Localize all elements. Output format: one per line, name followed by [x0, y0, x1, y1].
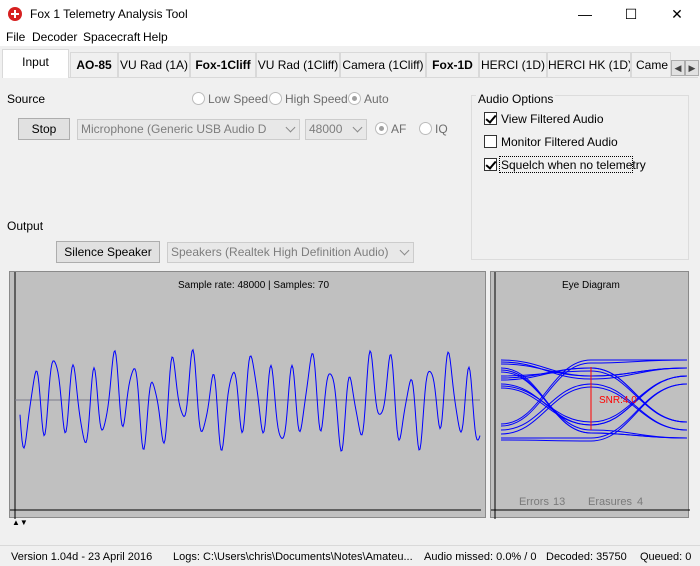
status-audio-missed: Audio missed: 0.0% / 0 [424, 551, 537, 563]
scope-plot [10, 272, 481, 519]
sample-rate-select[interactable]: 48000 [305, 119, 367, 140]
erasures-value: 4 [637, 496, 644, 508]
close-button[interactable]: ✕ [654, 0, 700, 28]
status-logs: Logs: C:\Users\chris\Documents\Notes\Ama… [173, 551, 413, 563]
menu-file[interactable]: File [6, 30, 25, 44]
title-bar: Fox 1 Telemetry Analysis Tool — ☐ ✕ [0, 0, 700, 28]
tab-camera-1d[interactable]: Came [631, 52, 671, 78]
radio-high-speed[interactable] [269, 92, 282, 105]
eye-traces [500, 359, 688, 442]
stop-button[interactable]: Stop [18, 118, 70, 140]
radio-low-speed-label: Low Speed [208, 92, 269, 106]
tab-strip: Input AO-85 VU Rad (1A) Fox-1Cliff VU Ra… [0, 49, 700, 78]
sample-rate-value: 48000 [309, 122, 343, 136]
tab-herci-hk-1d[interactable]: HERCI HK (1D) [547, 52, 631, 78]
fox-app-icon [8, 7, 22, 21]
view-filtered-audio-label: View Filtered Audio [501, 112, 604, 126]
menu-bar: File Decoder Spacecraft Help [0, 28, 700, 46]
monitor-filtered-audio-label: Monitor Filtered Audio [501, 135, 618, 149]
tab-scroll-left-icon[interactable]: ◀ [671, 60, 685, 76]
tab-camera-1cliff[interactable]: Camera (1Cliff) [340, 52, 426, 78]
erasures-label: Erasures [588, 496, 633, 508]
source-label: Source [7, 92, 46, 106]
eye-trace [500, 386, 688, 435]
chevron-down-icon [352, 122, 363, 133]
eye-trace [500, 383, 688, 431]
radio-auto-label: Auto [364, 92, 389, 106]
eye-diagram: Eye Diagram SNR:4.0 Errors 13 Erasures 4 [490, 271, 690, 519]
output-device-value: Speakers (Realtek High Definition Audio) [171, 245, 389, 259]
menu-spacecraft[interactable]: Spacecraft [83, 30, 140, 44]
audio-options-title: Audio Options [476, 92, 556, 106]
tab-scroll-right-icon[interactable]: ▶ [685, 60, 699, 76]
menu-help[interactable]: Help [143, 30, 168, 44]
radio-iq-label: IQ [435, 122, 448, 136]
silence-speaker-button[interactable]: Silence Speaker [56, 241, 160, 263]
radio-iq[interactable] [419, 122, 432, 135]
radio-low-speed[interactable] [192, 92, 205, 105]
tab-fox-1d[interactable]: Fox-1D [426, 52, 479, 78]
status-bar: Version 1.04d - 23 April 2016 Logs: C:\U… [0, 545, 700, 566]
chevron-down-icon [285, 122, 296, 133]
tab-vu-rad-1a[interactable]: VU Rad (1A) [118, 52, 190, 78]
radio-auto[interactable] [348, 92, 361, 105]
scope-scroll-marker-icon: ▲▼ [12, 518, 28, 527]
checkbox-monitor-filtered-audio[interactable] [484, 135, 497, 148]
radio-af[interactable] [375, 122, 388, 135]
minimize-button[interactable]: — [562, 0, 608, 28]
source-device-value: Microphone (Generic USB Audio D [81, 122, 267, 136]
output-label: Output [7, 219, 44, 233]
eye-plot: SNR:4.0 [491, 272, 690, 519]
status-queued: Queued: 0 [640, 551, 692, 563]
source-device-select[interactable]: Microphone (Generic USB Audio D [77, 119, 300, 140]
squelch-label: Squelch when no telemetry [501, 158, 646, 172]
tab-input[interactable]: Input [2, 49, 69, 78]
window-title: Fox 1 Telemetry Analysis Tool [30, 7, 188, 21]
status-version: Version 1.04d - 23 April 2016 [11, 551, 153, 563]
tab-herci-1d[interactable]: HERCI (1D) [479, 52, 547, 78]
menu-decoder[interactable]: Decoder [32, 30, 77, 44]
status-decoded: Decoded: 35750 [546, 551, 627, 563]
errors-label: Errors [519, 496, 549, 508]
tab-fox-1cliff[interactable]: Fox-1Cliff [190, 52, 256, 78]
chevron-down-icon [399, 245, 410, 256]
output-device-select[interactable]: Speakers (Realtek High Definition Audio) [167, 242, 414, 263]
audio-scope: Sample rate: 48000 | Samples: 70 [9, 271, 486, 519]
radio-high-speed-label: High Speed [285, 92, 348, 106]
checkbox-view-filtered-audio[interactable] [484, 112, 497, 125]
checkbox-squelch[interactable] [484, 158, 497, 171]
snr-label: SNR:4.0 [599, 395, 637, 406]
tab-vu-rad-1cliff[interactable]: VU Rad (1Cliff) [256, 52, 340, 78]
maximize-button[interactable]: ☐ [608, 0, 654, 28]
radio-af-label: AF [391, 122, 407, 136]
errors-value: 13 [553, 496, 566, 508]
tab-ao-85[interactable]: AO-85 [70, 52, 118, 78]
